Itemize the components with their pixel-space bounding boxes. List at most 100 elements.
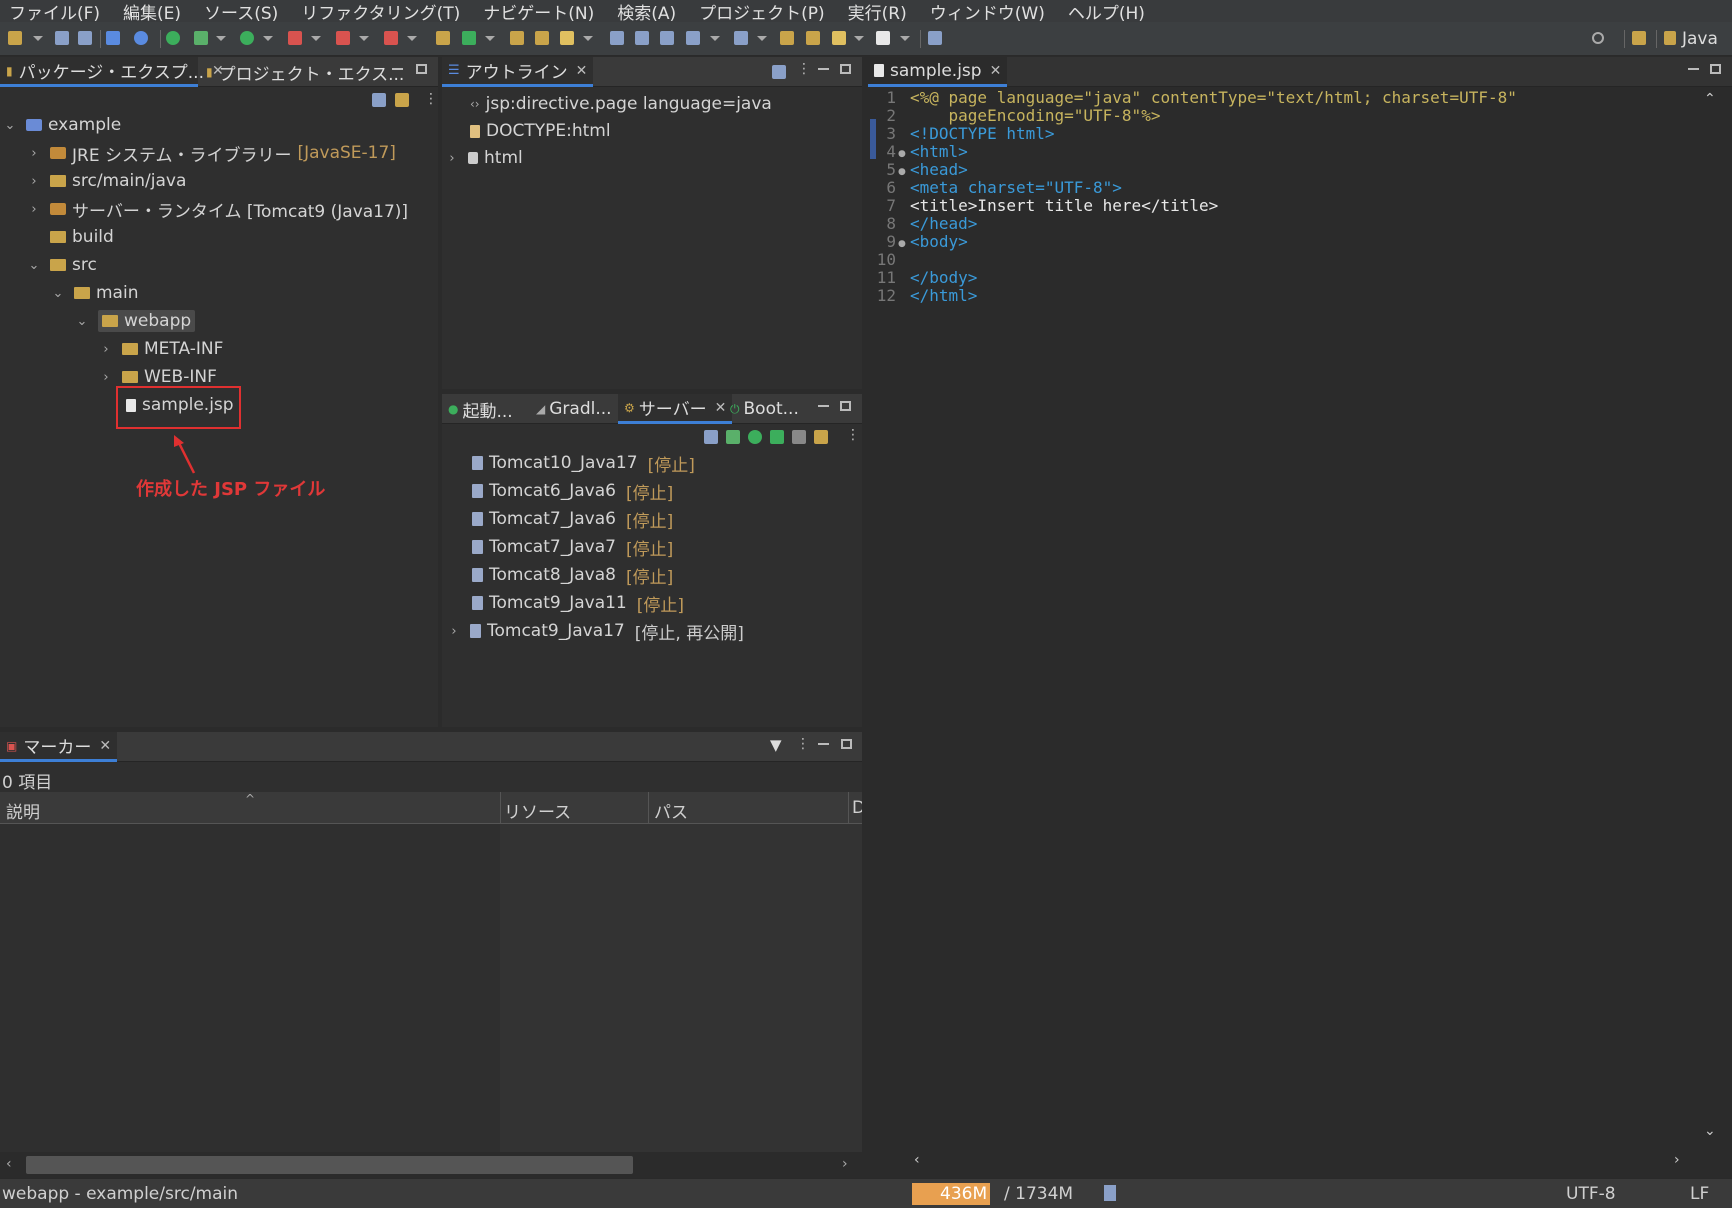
search-task-icon[interactable] — [635, 31, 649, 45]
code-line-9[interactable]: <body> — [910, 233, 968, 251]
java-perspective-icon[interactable] — [1664, 31, 1676, 45]
stop-dropdown-icon[interactable] — [359, 36, 369, 41]
chevron-right-icon[interactable]: › — [448, 624, 460, 639]
code-line-2[interactable]: pageEncoding="UTF-8"%> — [910, 107, 1161, 125]
code-line-1[interactable]: <%@ page language="java" contentType="te… — [910, 89, 1517, 107]
code-line-5[interactable]: <head> — [910, 161, 968, 179]
menu-refactor[interactable]: リファクタリング(T) — [292, 0, 474, 24]
collapse-all-icon[interactable] — [772, 65, 786, 79]
chevron-right-icon[interactable]: › — [28, 202, 40, 217]
scroll-up-icon[interactable]: ⌃ — [1704, 91, 1716, 107]
link-editor-icon[interactable] — [395, 93, 409, 107]
code-line-6[interactable]: <meta charset="UTF-8"> — [910, 179, 1122, 197]
run-icon[interactable] — [240, 31, 254, 45]
column-d[interactable]: D — [852, 798, 862, 818]
tab-gradle[interactable]: ◢ Gradl... — [530, 394, 618, 424]
publish-icon[interactable] — [814, 430, 828, 444]
open-console-icon[interactable] — [928, 31, 942, 45]
pin-dropdown-icon[interactable] — [757, 36, 767, 41]
garbage-collect-icon[interactable] — [1104, 1185, 1116, 1201]
server-item[interactable]: Tomcat10_Java17 [停止] — [472, 450, 695, 476]
new-package-icon[interactable] — [436, 31, 450, 45]
menu-run[interactable]: 実行(R) — [839, 0, 921, 24]
chevron-right-icon[interactable]: › — [28, 174, 40, 189]
menu-edit[interactable]: 編集(E) — [114, 0, 195, 24]
open-perspective-icon[interactable] — [1632, 31, 1646, 45]
chevron-right-icon[interactable]: › — [28, 146, 40, 161]
back-icon[interactable] — [832, 31, 846, 45]
scroll-right-icon[interactable]: › — [842, 1156, 848, 1172]
view-menu-icon[interactable]: ⋮ — [796, 736, 810, 752]
new-icon[interactable] — [8, 31, 22, 45]
coverage-dropdown-icon[interactable] — [311, 36, 321, 41]
debug-dropdown-icon[interactable] — [216, 36, 226, 41]
java-perspective-label[interactable]: Java — [1682, 29, 1718, 49]
outline-item[interactable]: DOCTYPE:html — [470, 118, 611, 144]
chevron-right-icon[interactable]: › — [446, 151, 458, 166]
maximize-icon[interactable] — [840, 401, 851, 411]
menu-file[interactable]: ファイル(F) — [0, 0, 114, 24]
column-path[interactable]: パス — [654, 798, 688, 823]
code-line-12[interactable]: </html> — [910, 287, 977, 305]
refresh-icon[interactable] — [166, 31, 180, 45]
minimize-icon[interactable] — [1688, 68, 1699, 70]
tree-item-src-main-java[interactable]: › src/main/java — [28, 168, 186, 194]
close-icon[interactable]: ✕ — [576, 63, 588, 79]
forward-icon[interactable] — [876, 31, 890, 45]
menu-project[interactable]: プロジェクト(P) — [690, 0, 839, 24]
menu-source[interactable]: ソース(S) — [195, 0, 292, 24]
maximize-icon[interactable] — [840, 64, 851, 74]
annotation-dropdown-icon[interactable] — [710, 36, 720, 41]
stop-server-icon[interactable] — [792, 430, 806, 444]
tab-project-explorer[interactable]: ▮ プロジェクト・エクス... — [200, 57, 410, 87]
collapse-all-icon[interactable] — [372, 93, 386, 107]
outline-item[interactable]: ‹› jsp:directive.page language=java — [470, 91, 772, 117]
column-resource[interactable]: リソース — [504, 798, 571, 823]
close-icon[interactable]: ✕ — [990, 63, 1002, 79]
last-edit-icon[interactable] — [780, 31, 794, 45]
tree-item-webapp[interactable]: ⌄ webapp — [76, 308, 196, 334]
view-menu-icon[interactable]: ⋮ — [424, 91, 438, 107]
view-menu-icon[interactable]: ⋮ — [797, 61, 811, 77]
fold-icon[interactable]: ● — [898, 167, 906, 177]
minimize-icon[interactable] — [818, 743, 829, 745]
chevron-down-icon[interactable]: ⌄ — [4, 118, 16, 133]
menu-navigate[interactable]: ナビゲート(N) — [474, 0, 608, 24]
scroll-left-icon[interactable]: ‹ — [6, 1156, 12, 1172]
chevron-right-icon[interactable]: › — [100, 370, 112, 385]
minimize-icon[interactable] — [392, 68, 403, 70]
coverage-icon[interactable] — [288, 31, 302, 45]
server-item[interactable]: Tomcat7_Java7 [停止] — [472, 534, 673, 560]
server-item[interactable]: › Tomcat9_Java17 [停止, 再公開] — [448, 618, 743, 644]
code-line-7[interactable]: <title>Insert title here</title> — [910, 197, 1218, 215]
terminal-icon[interactable] — [106, 31, 120, 45]
settings-icon[interactable] — [134, 31, 148, 45]
fold-icon[interactable]: ● — [898, 149, 906, 159]
filter-icon[interactable]: ▼ — [770, 736, 782, 754]
brush-icon[interactable] — [560, 31, 574, 45]
maximize-icon[interactable] — [416, 64, 427, 74]
tree-item-example[interactable]: ⌄ example — [4, 112, 122, 138]
new-dropdown-icon[interactable] — [33, 36, 43, 41]
brush-dropdown-icon[interactable] — [583, 36, 593, 41]
forward-edit-icon[interactable] — [806, 31, 820, 45]
vertical-scrollbar[interactable]: ⌃ ⌄ — [1692, 87, 1732, 1148]
server-item[interactable]: Tomcat9_Java11 [停止] — [472, 590, 684, 616]
chevron-right-icon[interactable]: › — [100, 342, 112, 357]
new-class-icon[interactable] — [462, 31, 476, 45]
external-tools-dropdown-icon[interactable] — [407, 36, 417, 41]
chevron-down-icon[interactable]: ⌄ — [76, 314, 88, 329]
code-line-4[interactable]: <html> — [910, 143, 968, 161]
profile-server-icon[interactable] — [770, 430, 784, 444]
minimize-icon[interactable] — [818, 405, 829, 407]
debug-server-icon[interactable] — [726, 430, 740, 444]
tree-item-server-runtime[interactable]: › サーバー・ランタイム [Tomcat9 (Java17)] — [28, 196, 408, 222]
code-line-11[interactable]: </body> — [910, 269, 977, 287]
scroll-thumb[interactable] — [26, 1156, 633, 1174]
stop-icon[interactable] — [336, 31, 350, 45]
server-item[interactable]: Tomcat8_Java8 [停止] — [472, 562, 673, 588]
close-icon[interactable]: ✕ — [99, 738, 111, 754]
debug-icon[interactable] — [194, 31, 208, 45]
collapse-all-icon[interactable] — [704, 430, 718, 444]
save-all-icon[interactable] — [78, 31, 92, 45]
